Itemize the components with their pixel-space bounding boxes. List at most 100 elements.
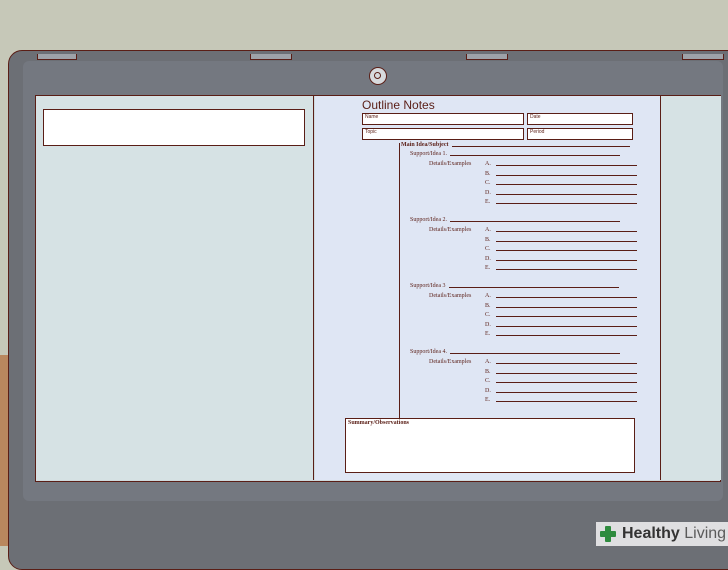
detail-letter: E.: [485, 199, 491, 205]
detail-letter: A.: [485, 227, 491, 233]
detail-letter: C.: [485, 180, 491, 186]
document-title: Outline Notes: [362, 98, 435, 112]
main-idea-label: Main Idea/Subject: [401, 142, 449, 148]
period-field-label: Period: [530, 129, 545, 135]
left-pane: [36, 96, 314, 480]
summary-label: Summary/Observations: [348, 420, 410, 426]
detail-row: Details/Examples A.: [429, 227, 637, 233]
support-idea-row: Support/Idea 2.: [410, 217, 620, 223]
detail-letter: B.: [485, 302, 491, 309]
detail-line[interactable]: [496, 325, 637, 327]
name-field-label: Name: [365, 114, 379, 120]
detail-row: B.: [429, 171, 637, 177]
detail-line[interactable]: [496, 391, 637, 393]
support-idea-line[interactable]: [450, 155, 620, 156]
topic-field[interactable]: Topic: [362, 128, 524, 140]
detail-letter: B.: [485, 236, 491, 243]
date-field[interactable]: Date: [527, 113, 633, 125]
detail-line[interactable]: [496, 382, 637, 383]
detail-row: E.: [429, 397, 637, 403]
support-idea-label: Support/Idea 4.: [410, 349, 447, 355]
detail-line[interactable]: [496, 231, 637, 232]
detail-line[interactable]: [496, 269, 637, 270]
detail-row: D.: [429, 388, 637, 394]
detail-line[interactable]: [496, 203, 637, 204]
detail-line[interactable]: [496, 174, 637, 176]
detail-row: E.: [429, 265, 637, 271]
date-field-label: Date: [530, 114, 541, 120]
detail-row: B.: [429, 237, 637, 243]
main-idea-line[interactable]: [451, 146, 630, 147]
detail-line[interactable]: [496, 240, 637, 242]
support-idea-label: Support/Idea 1.: [410, 151, 447, 157]
detail-line[interactable]: [496, 259, 637, 261]
detail-letter: A.: [485, 359, 491, 365]
main-idea-row: Main Idea/Subject: [401, 142, 630, 148]
detail-letter: C.: [485, 312, 491, 318]
detail-line[interactable]: [496, 316, 637, 317]
detail-letter: E.: [485, 331, 491, 337]
outline-notes-document: Outline Notes Name Date Topic Period Mai…: [315, 96, 660, 480]
detail-row: D.: [429, 190, 637, 196]
summary-box[interactable]: Summary/Observations: [345, 418, 635, 473]
support-idea-line[interactable]: [448, 287, 619, 288]
details-examples-label: Details/Examples: [429, 161, 472, 167]
detail-row: Details/Examples A.: [429, 293, 637, 299]
support-idea-row: Support/Idea 4.: [410, 349, 620, 355]
support-idea-label: Support/Idea 2.: [410, 217, 447, 223]
details-examples-label: Details/Examples: [429, 359, 472, 365]
outline-vertical-rule: [399, 143, 400, 418]
detail-letter: A.: [485, 161, 491, 167]
lid-tab-right: [682, 54, 724, 60]
detail-line[interactable]: [496, 401, 637, 402]
support-idea-line[interactable]: [450, 353, 620, 354]
details-examples-label: Details/Examples: [429, 293, 472, 299]
period-field[interactable]: Period: [527, 128, 633, 140]
laptop-screen: Outline Notes Name Date Topic Period Mai…: [35, 95, 721, 482]
detail-letter: D.: [485, 189, 491, 196]
detail-row: Details/Examples A.: [429, 359, 637, 365]
detail-row: B.: [429, 369, 637, 375]
lid-tab-left: [37, 54, 77, 60]
topic-field-label: Topic: [365, 129, 377, 135]
detail-letter: C.: [485, 246, 491, 252]
detail-letter: D.: [485, 321, 491, 328]
detail-line[interactable]: [496, 372, 637, 374]
detail-letter: B.: [485, 170, 491, 177]
support-idea-row: Support/Idea 1.: [410, 151, 620, 157]
detail-letter: D.: [485, 387, 491, 394]
detail-row: B.: [429, 303, 637, 309]
support-idea-row: Support/Idea 3: [410, 283, 619, 289]
plus-logo-icon: [598, 524, 618, 544]
name-field[interactable]: Name: [362, 113, 524, 125]
detail-line[interactable]: [496, 306, 637, 308]
lid-tab-center-left: [250, 54, 292, 60]
detail-line[interactable]: [496, 250, 637, 251]
detail-row: E.: [429, 199, 637, 205]
right-pane: [660, 96, 721, 480]
detail-row: C.: [429, 378, 637, 384]
detail-line[interactable]: [496, 363, 637, 364]
detail-row: C.: [429, 246, 637, 252]
detail-line[interactable]: [496, 335, 637, 336]
details-examples-label: Details/Examples: [429, 227, 472, 233]
support-idea-line[interactable]: [450, 221, 620, 222]
brand-text: Healthy Living: [622, 525, 727, 542]
detail-line[interactable]: [496, 297, 637, 298]
detail-letter: D.: [485, 255, 491, 262]
detail-row: Details/Examples A.: [429, 161, 637, 167]
detail-letter: C.: [485, 378, 491, 384]
detail-letter: E.: [485, 265, 491, 271]
detail-row: D.: [429, 256, 637, 262]
blank-input-box[interactable]: [43, 109, 305, 146]
support-idea-label: Support/Idea 3: [410, 283, 446, 289]
healthy-living-watermark: Healthy Living: [596, 522, 728, 546]
detail-row: C.: [429, 180, 637, 186]
detail-letter: E.: [485, 397, 491, 403]
detail-line[interactable]: [496, 193, 637, 195]
detail-letter: B.: [485, 368, 491, 375]
detail-line[interactable]: [496, 184, 637, 185]
detail-row: D.: [429, 322, 637, 328]
detail-line[interactable]: [496, 165, 637, 166]
detail-row: E.: [429, 331, 637, 337]
